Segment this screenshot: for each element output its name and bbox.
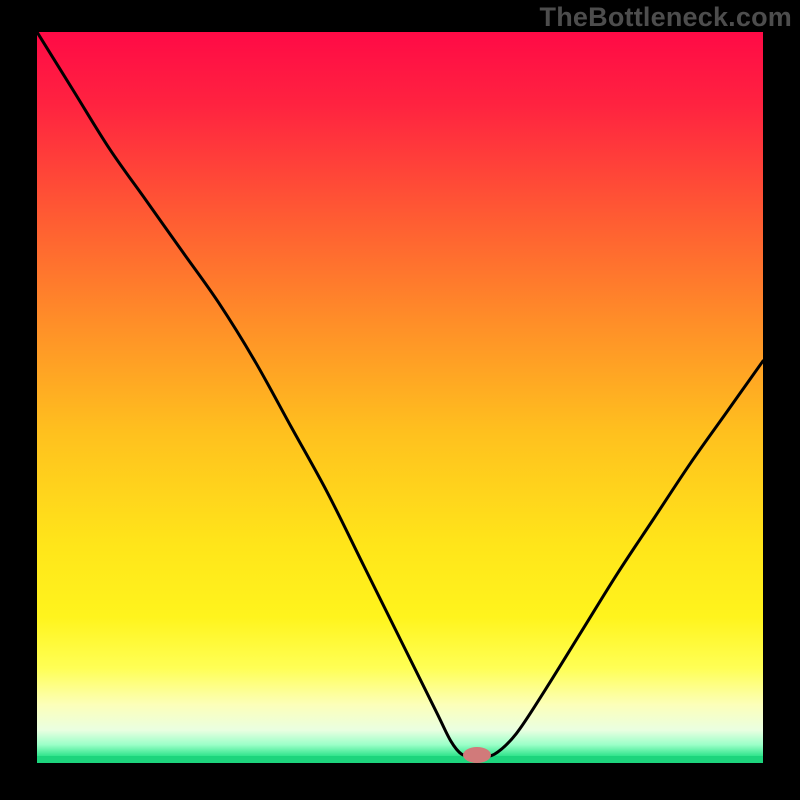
chart-frame: TheBottleneck.com — [0, 0, 800, 800]
optimum-marker — [463, 747, 491, 763]
green-band — [37, 756, 763, 763]
plot-area — [37, 32, 763, 763]
watermark-text: TheBottleneck.com — [540, 2, 792, 33]
plot-svg — [37, 32, 763, 763]
gradient-background — [37, 32, 763, 763]
